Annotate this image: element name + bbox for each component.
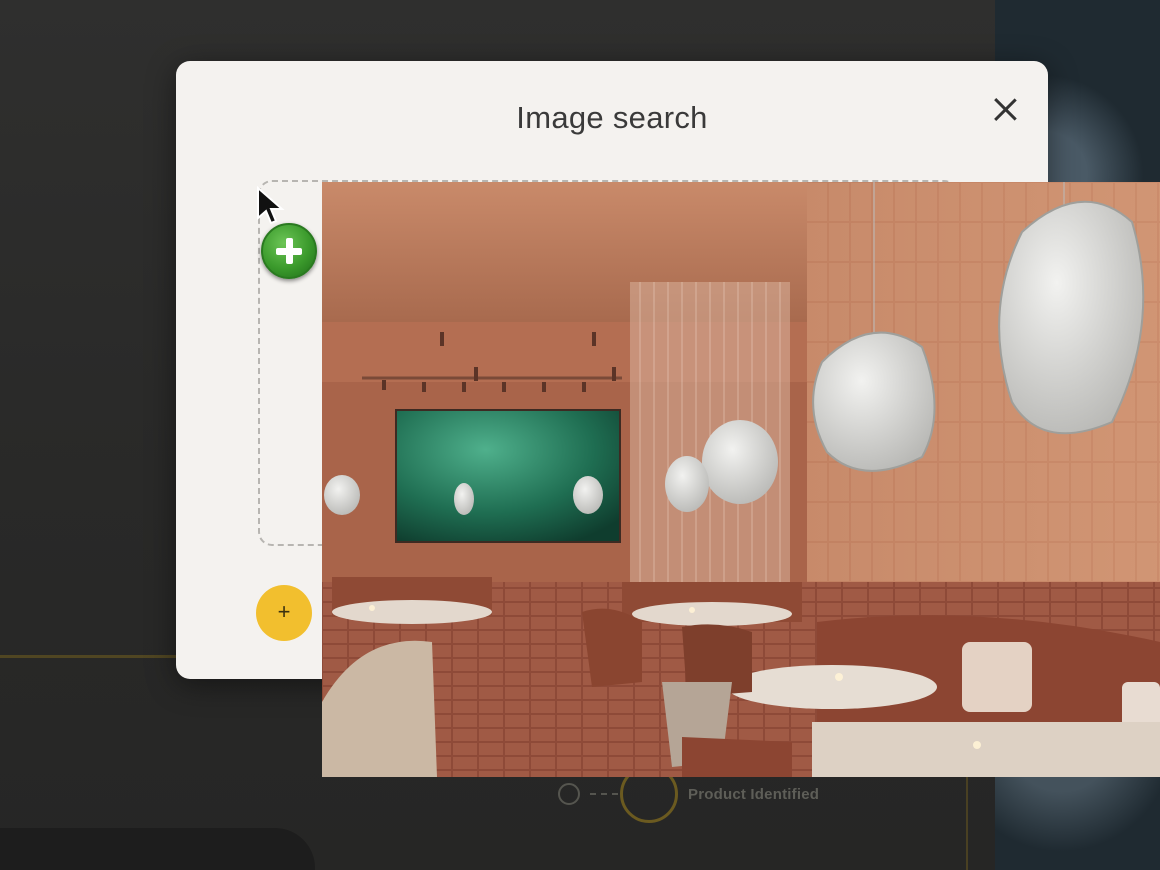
progress-step-label: Product Identified [688, 785, 820, 803]
progress-step-connector [590, 793, 618, 795]
pointer-cursor-icon [257, 186, 285, 225]
background-divider [0, 655, 176, 658]
add-image-button[interactable]: + [256, 585, 312, 641]
progress-step-dot [558, 783, 580, 805]
modal-title: Image search [516, 100, 708, 135]
plus-copy-icon [261, 223, 317, 279]
background-bottom-bar [0, 828, 315, 870]
close-icon[interactable] [990, 94, 1020, 124]
restaurant-interior-image [322, 182, 1160, 777]
dragged-image[interactable] [322, 182, 1160, 777]
background-progress-steps: Product Identified [558, 765, 820, 823]
